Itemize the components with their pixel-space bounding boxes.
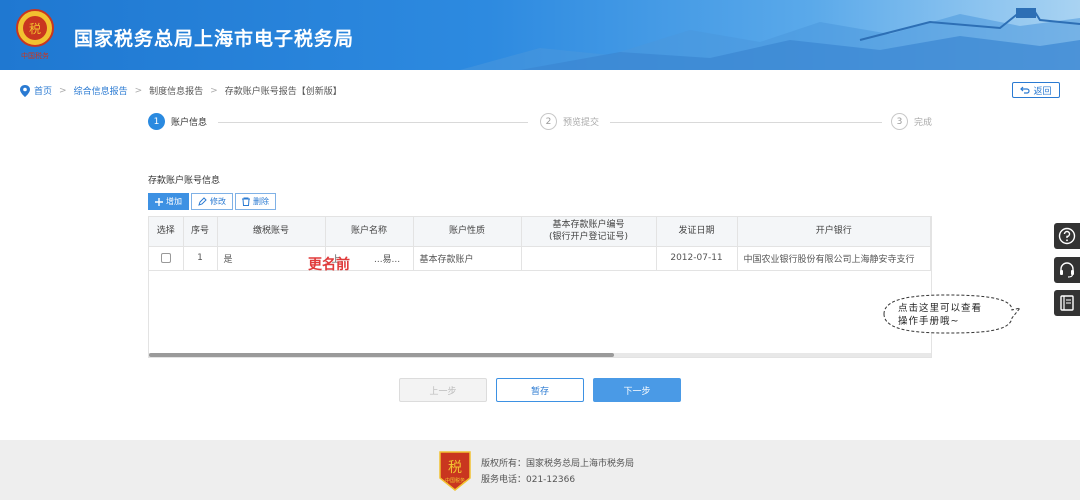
help-bubble-line2: 操作手册哦~ xyxy=(898,316,960,327)
table-row[interactable]: 1 是 上... ...易... 基本存款账户 2012-07-11 中国农业银… xyxy=(149,246,931,271)
save-draft-button[interactable]: 暂存 xyxy=(496,378,584,402)
svg-text:税: 税 xyxy=(448,460,462,476)
breadcrumb: 首页 > 综合信息报告 > 制度信息报告 > 存款账户账号报告【创新版】 xyxy=(20,84,342,97)
plus-icon xyxy=(155,197,163,206)
delete-button[interactable]: 删除 xyxy=(235,193,276,210)
edit-button-label: 修改 xyxy=(210,197,226,206)
step-progress: 1 账户信息 2 预览提交 3 完成 xyxy=(148,113,938,133)
great-wall-banner xyxy=(460,8,1080,70)
col-select: 选择 xyxy=(149,217,184,247)
svg-text:中国税务: 中国税务 xyxy=(445,477,465,484)
breadcrumb-separator: > xyxy=(59,85,67,96)
question-icon xyxy=(1058,227,1076,245)
step-label: 账户信息 xyxy=(171,118,208,128)
section-title: 存款账户账号信息 xyxy=(148,176,221,186)
back-button[interactable]: 返回 xyxy=(1012,82,1060,98)
tax-emblem-icon: 税 中国税务 xyxy=(16,9,54,60)
row-issue-date: 2012-07-11 xyxy=(656,246,738,271)
annotation-before-rename: 更名前 xyxy=(308,257,350,273)
step-done: 3 完成 xyxy=(891,113,932,130)
step-preview-submit: 2 预览提交 xyxy=(540,113,599,130)
edit-button[interactable]: 修改 xyxy=(191,193,233,210)
accounts-table: 选择 序号 缴税账号 账户名称 账户性质 基本存款账户编号 (银行开户登记证号)… xyxy=(148,216,932,358)
row-account-nature: 基本存款账户 xyxy=(413,246,522,271)
location-pin-icon xyxy=(20,84,30,97)
footer-phone: 服务电话：021-12366 xyxy=(481,475,576,485)
help-button[interactable] xyxy=(1054,223,1080,249)
row-checkbox[interactable] xyxy=(160,252,171,263)
horizontal-scrollbar[interactable] xyxy=(149,353,931,357)
delete-button-label: 删除 xyxy=(253,197,269,206)
step-label: 完成 xyxy=(914,118,933,128)
step-label: 预览提交 xyxy=(563,118,600,128)
row-seq: 1 xyxy=(183,246,218,271)
help-bubble-line1: 点击这里可以查看 xyxy=(898,303,983,314)
step-number: 2 xyxy=(540,113,557,130)
add-button-label: 增加 xyxy=(166,197,182,206)
headset-icon xyxy=(1060,262,1074,278)
row-bank: 中国农业银行股份有限公司上海静安寺支行 xyxy=(737,246,931,271)
col-tax-account: 缴税账号 xyxy=(217,217,326,247)
col-bank: 开户银行 xyxy=(737,217,931,247)
table-toolbar: 增加 修改 删除 xyxy=(148,193,276,210)
customer-service-button[interactable] xyxy=(1054,257,1080,283)
footer-copyright: 版权所有：国家税务总局上海市税务局 xyxy=(481,459,635,469)
step-number: 1 xyxy=(148,113,165,130)
row-basic-account-no xyxy=(521,246,657,271)
back-button-label: 返回 xyxy=(1033,86,1052,97)
step-connector xyxy=(610,122,882,123)
help-bubble-text: 点击这里可以查看 操作手册哦~ xyxy=(898,302,1018,328)
svg-text:中国税务: 中国税务 xyxy=(21,51,49,60)
col-basic-account-no: 基本存款账户编号 (银行开户登记证号) xyxy=(521,217,657,247)
step-account-info: 1 账户信息 xyxy=(148,113,207,130)
next-step-button[interactable]: 下一步 xyxy=(593,378,681,402)
tax-badge-icon: 税 中国税务 xyxy=(439,451,471,491)
book-icon xyxy=(1060,295,1074,311)
site-footer: 税 中国税务 版权所有：国家税务总局上海市税务局 服务电话：021-12366 xyxy=(0,440,1080,500)
manual-button[interactable] xyxy=(1054,290,1080,316)
site-title: 国家税务总局上海市电子税务局 xyxy=(74,28,355,50)
col-account-nature: 账户性质 xyxy=(413,217,522,247)
breadcrumb-comprehensive-report[interactable]: 综合信息报告 xyxy=(74,84,128,97)
site-header: 税 中国税务 国家税务总局上海市电子税务局 xyxy=(0,0,1080,70)
col-account-name: 账户名称 xyxy=(325,217,414,247)
svg-text:税: 税 xyxy=(29,22,41,36)
col-issue-date: 发证日期 xyxy=(656,217,738,247)
step-connector xyxy=(218,122,528,123)
table-header-row: 选择 序号 缴税账号 账户名称 账户性质 基本存款账户编号 (银行开户登记证号)… xyxy=(149,217,931,247)
form-actions: 上一步 暂存 下一步 xyxy=(0,378,1080,402)
col-basic-account-no-line1: 基本存款账户编号 xyxy=(552,220,625,231)
account-name-tail: ...易... xyxy=(373,254,401,265)
breadcrumb-separator: > xyxy=(210,85,218,96)
pencil-icon xyxy=(198,197,207,206)
add-button[interactable]: 增加 xyxy=(148,193,189,210)
col-basic-account-no-line2: (银行开户登记证号) xyxy=(548,232,629,243)
step-number: 3 xyxy=(891,113,908,130)
breadcrumb-current: 存款账户账号报告【创新版】 xyxy=(224,87,342,97)
prev-step-button[interactable]: 上一步 xyxy=(399,378,487,402)
col-seq: 序号 xyxy=(183,217,218,247)
return-arrow-icon xyxy=(1020,86,1031,94)
scrollbar-thumb[interactable] xyxy=(149,353,614,357)
breadcrumb-system-report[interactable]: 制度信息报告 xyxy=(149,84,203,97)
breadcrumb-separator: > xyxy=(134,85,143,96)
row-select-cell xyxy=(149,246,184,271)
breadcrumb-home[interactable]: 首页 xyxy=(34,84,52,97)
trash-icon xyxy=(242,197,250,206)
